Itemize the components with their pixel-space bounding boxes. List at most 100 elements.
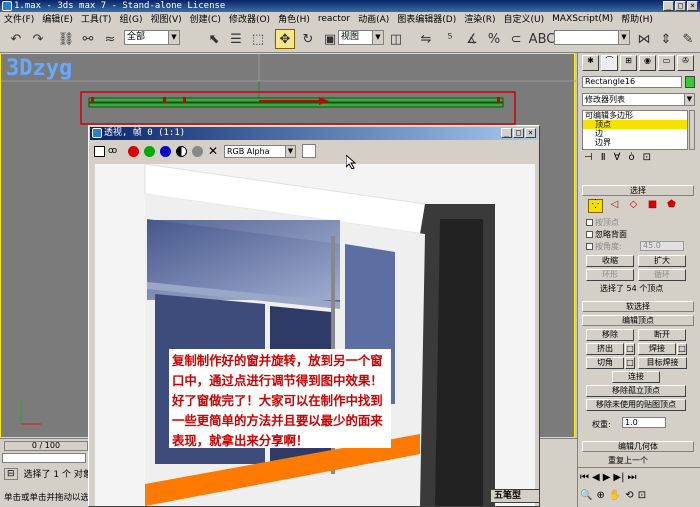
maximize-viewport-icon[interactable]: ⊡ [638,490,646,501]
utilities-tab-icon[interactable]: ✇ [677,55,694,71]
select-by-name-icon[interactable]: ☰ [226,29,246,49]
menu-maxscript[interactable]: MAXScript(M) [552,14,613,24]
show-end-result-icon[interactable]: Ⅱ [601,152,606,163]
named-selection-icon[interactable]: ABC [529,29,556,49]
menu-views[interactable]: 视图(V) [150,12,181,25]
menu-tools[interactable]: 工具(T) [81,12,112,25]
target-weld-button[interactable]: 目标焊接 [638,357,687,369]
menu-file[interactable]: 文件(F) [4,12,34,25]
goto-end-icon[interactable]: ⏭ [627,472,636,483]
monochrome-icon[interactable] [192,146,203,157]
mirror-tool-icon[interactable]: ⋈ [634,29,654,49]
extrude-button[interactable]: 挤出 [586,343,624,355]
ime-indicator[interactable]: 五笔型 [490,489,540,503]
weld-button[interactable]: 焊接 [638,343,676,355]
selection-filter-dropdown[interactable]: 全部 ▼ [124,30,180,45]
blue-channel-icon[interactable] [160,146,171,157]
maximize-button[interactable]: □ [675,1,686,11]
edit-geometry-rollout-header[interactable]: 编辑几何体 [582,441,694,452]
render-frame-window[interactable]: 透视, 帧 0 (1:1) _ □ × ꝏ ✕ RGB Alpha ▼ 复制制作… [88,125,540,507]
edit-vertices-rollout-header[interactable]: 编辑顶点 [582,315,694,326]
align-icon[interactable]: ⇕ [656,29,676,49]
soft-selection-rollout-header[interactable]: 软选择 [582,301,694,312]
track-bar[interactable] [2,453,86,463]
modifier-list-dropdown[interactable]: 修改器列表 ▼ [582,93,695,106]
configure-sets-icon[interactable]: ⊡ [643,152,651,163]
menu-group[interactable]: 组(G) [119,12,142,25]
arc-rotate-icon[interactable]: ⟲ [625,490,633,501]
save-bitmap-icon[interactable] [94,146,105,157]
goto-start-icon[interactable]: ⏮ [580,472,589,483]
unlink-icon[interactable]: ⚯ [78,29,98,49]
polygon-mode-icon[interactable]: ■ [645,199,660,213]
ring-button[interactable]: 环形 [586,269,634,281]
rect-selection-icon[interactable]: ⬚ [248,29,268,49]
zoom-all-icon[interactable]: ⊕ [596,490,604,501]
weight-spinner[interactable]: 1.0 [622,417,666,428]
close-button[interactable]: × [687,1,698,11]
select-scale-icon[interactable]: ▣ [320,29,340,49]
stack-item[interactable]: 顶点 [583,120,687,129]
lock-selection-icon[interactable]: ⊟ [4,467,18,480]
spinner-snap-icon[interactable]: ⊂ [506,29,526,49]
selection-rollout-header[interactable]: 选择 [582,185,694,196]
chamfer-settings-button[interactable]: □ [625,357,635,369]
color-swatch[interactable] [302,144,316,158]
redo-icon[interactable]: ↷ [28,29,48,49]
by-angle-checkbox[interactable]: 按角度: [586,241,622,252]
menu-edit[interactable]: 编辑(E) [42,12,73,25]
stack-item[interactable]: 边界 [583,138,687,147]
bind-spacewarp-icon[interactable]: ≈ [100,29,120,49]
minimize-button[interactable]: _ [663,1,674,11]
undo-icon[interactable]: ↶ [6,29,26,49]
zoom-icon[interactable]: 🔍 [580,490,592,501]
remove-unused-map-button[interactable]: 移除未使用的贴图顶点 [586,399,686,411]
break-button[interactable]: 断开 [638,329,686,341]
alpha-channel-icon[interactable] [176,146,187,157]
ref-coord-dropdown[interactable]: 视图 ▼ [338,30,384,45]
next-frame-icon[interactable]: ▶| [613,472,624,483]
stack-item[interactable]: 边 [583,129,687,138]
create-tab-icon[interactable]: ✱ [582,55,599,71]
menu-reactor[interactable]: reactor [318,14,350,24]
object-color-swatch[interactable] [685,76,695,88]
ignore-backface-checkbox[interactable]: 忽略背面 [586,229,627,240]
connect-button[interactable]: 连接 [612,371,660,383]
modifier-stack[interactable]: 可编辑多边形 顶点 边 边界 [582,110,688,150]
menu-graph-editors[interactable]: 图表编辑器(D) [397,12,456,25]
select-object-icon[interactable]: ⬉ [204,29,224,49]
mirror-icon[interactable]: ⇋ [416,29,436,49]
menu-rendering[interactable]: 渲染(R) [464,12,495,25]
menu-character[interactable]: 角色(H) [278,12,310,25]
display-tab-icon[interactable]: ▭ [658,55,675,71]
play-icon[interactable]: ▶ [603,472,611,483]
hierarchy-tab-icon[interactable]: ⊞ [620,55,637,71]
motion-tab-icon[interactable]: ◉ [639,55,656,71]
menu-modifiers[interactable]: 修改器(O) [229,12,270,25]
extrude-settings-button[interactable]: □ [625,343,635,355]
percent-snap-icon[interactable]: % [484,29,504,49]
minimize-button[interactable]: _ [501,128,512,138]
curve-editor-icon[interactable]: ✎ [678,29,698,49]
menu-create[interactable]: 创建(C) [190,12,221,25]
maximize-button[interactable]: □ [513,128,524,138]
weld-settings-button[interactable]: □ [677,343,687,355]
stack-item[interactable]: 可编辑多边形 [583,111,687,120]
object-name-field[interactable]: Rectangle16 [582,76,682,88]
pin-stack-icon[interactable]: ⊣ [584,152,593,163]
clone-window-icon[interactable]: ꝏ [108,146,119,157]
red-channel-icon[interactable] [128,146,139,157]
grow-button[interactable]: 扩大 [638,255,686,267]
select-rotate-icon[interactable]: ↻ [298,29,318,49]
element-mode-icon[interactable]: ⬟ [664,199,679,213]
by-vertex-checkbox[interactable]: 按顶点 [586,217,619,228]
repeat-last-button[interactable]: 重复上一个 [608,455,648,466]
prev-frame-icon[interactable]: ◀ [592,472,600,483]
menu-animation[interactable]: 动画(A) [358,12,389,25]
close-button[interactable]: × [525,128,536,138]
angle-spinner[interactable]: 45.0 [640,241,684,251]
pan-icon[interactable]: ✋ [609,490,621,501]
named-selection-dropdown[interactable]: ▼ [554,30,630,45]
vertex-mode-icon[interactable]: ⁛ [588,199,603,213]
modify-tab-icon[interactable]: ⌒ [601,55,618,71]
